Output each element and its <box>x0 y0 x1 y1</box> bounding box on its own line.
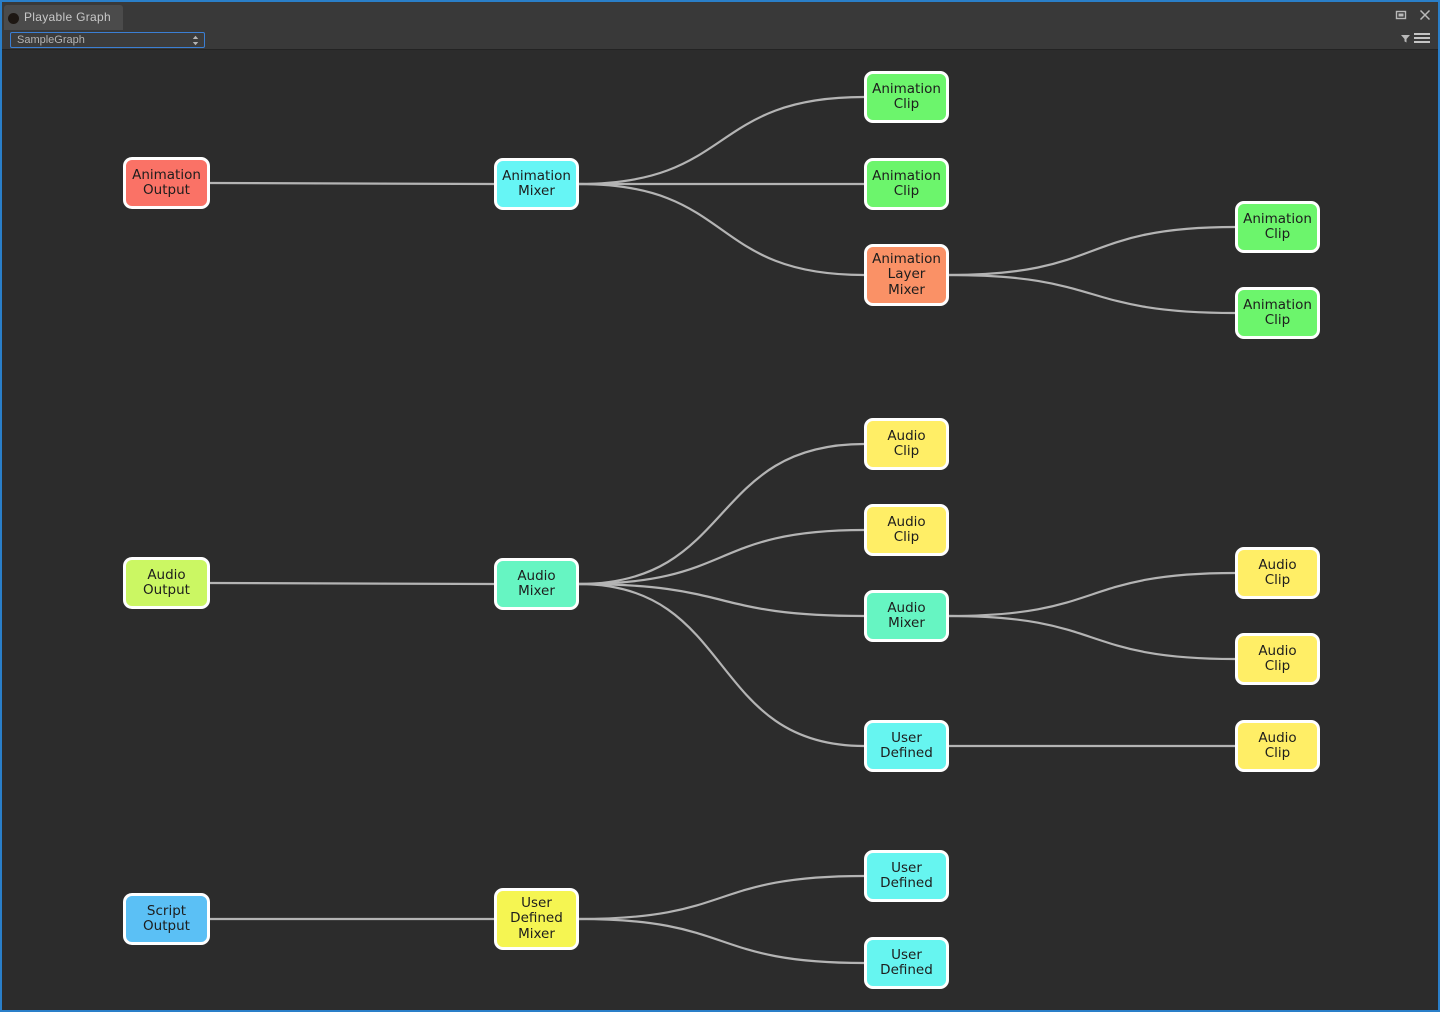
graph-node-label: Animation Layer Mixer <box>872 250 941 298</box>
graph-node-label: Audio Clip <box>1258 642 1297 674</box>
graph-node-audio-clip-2[interactable]: Audio Clip <box>864 504 949 556</box>
graph-edge <box>577 95 866 186</box>
graph-node-user-defined-mixer[interactable]: User Defined Mixer <box>494 888 579 950</box>
graph-node-anim-clip-2[interactable]: Animation Clip <box>864 158 949 210</box>
graph-toolbar: SampleGraph <box>2 30 1438 50</box>
graph-node-label: Audio Clip <box>1258 556 1297 588</box>
graph-node-audio-clip-5[interactable]: Audio Clip <box>1235 720 1320 772</box>
filter-icon[interactable] <box>1400 31 1411 49</box>
tab-label: Playable Graph <box>24 10 111 24</box>
graph-node-label: User Defined <box>880 946 933 978</box>
graph-node-label: Animation Clip <box>872 167 941 199</box>
graph-edge <box>947 273 1237 315</box>
graph-edge <box>577 582 866 748</box>
graph-node-anim-layer-mixer[interactable]: Animation Layer Mixer <box>864 244 949 306</box>
graph-edge <box>208 581 496 586</box>
graph-node-label: Animation Mixer <box>502 167 571 199</box>
graph-edge <box>577 182 866 277</box>
window-controls <box>1394 8 1432 22</box>
graph-node-script-output[interactable]: Script Output <box>123 893 210 945</box>
graph-node-audio-mixer-2[interactable]: Audio Mixer <box>864 590 949 642</box>
maximize-icon[interactable] <box>1394 8 1408 22</box>
tab-playable-graph[interactable]: Playable Graph <box>4 5 123 30</box>
graph-edge <box>577 582 866 618</box>
graph-node-label: Audio Clip <box>887 427 926 459</box>
graph-edge <box>577 917 866 965</box>
graph-edge <box>947 614 1237 661</box>
graph-node-audio-mixer-1[interactable]: Audio Mixer <box>494 558 579 610</box>
graph-node-audio-clip-4[interactable]: Audio Clip <box>1235 633 1320 685</box>
graph-canvas[interactable]: Animation Output Animation Mixer Animation… <box>2 51 1438 1010</box>
graph-node-label: Animation Clip <box>872 80 941 112</box>
tab-icon <box>8 13 19 24</box>
graph-node-label: Audio Clip <box>1258 729 1297 761</box>
graph-node-audio-clip-1[interactable]: Audio Clip <box>864 418 949 470</box>
graph-node-label: Animation Clip <box>1243 296 1312 328</box>
graph-selector-dropdown[interactable]: SampleGraph <box>10 32 205 48</box>
chevron-updown-icon <box>192 35 199 46</box>
graph-node-label: Animation Clip <box>1243 210 1312 242</box>
graph-node-user-defined-2[interactable]: User Defined <box>864 850 949 902</box>
graph-node-audio-clip-3[interactable]: Audio Clip <box>1235 547 1320 599</box>
graph-node-label: Audio Mixer <box>517 567 556 599</box>
graph-node-anim-mixer[interactable]: Animation Mixer <box>494 158 579 210</box>
graph-node-label: Animation Output <box>132 166 201 198</box>
graph-node-label: User Defined <box>880 729 933 761</box>
graph-node-label: User Defined Mixer <box>510 894 563 942</box>
window-titlebar: Playable Graph <box>2 2 1438 30</box>
graph-node-label: Audio Mixer <box>887 599 926 631</box>
graph-node-anim-clip-3[interactable]: Animation Clip <box>1235 201 1320 253</box>
graph-node-audio-output[interactable]: Audio Output <box>123 557 210 609</box>
close-icon[interactable] <box>1418 8 1432 22</box>
graph-edge <box>577 528 866 586</box>
hamburger-menu-icon[interactable] <box>1414 31 1430 49</box>
graph-node-anim-output[interactable]: Animation Output <box>123 157 210 209</box>
graph-node-anim-clip-1[interactable]: Animation Clip <box>864 71 949 123</box>
graph-edge <box>577 874 866 921</box>
graph-selector-value: SampleGraph <box>17 34 85 46</box>
graph-node-label: User Defined <box>880 859 933 891</box>
graph-node-anim-clip-4[interactable]: Animation Clip <box>1235 287 1320 339</box>
graph-edge <box>947 571 1237 618</box>
graph-node-label: Audio Output <box>143 566 190 598</box>
graph-edge <box>577 442 866 586</box>
graph-node-label: Audio Clip <box>887 513 926 545</box>
toolbar-menu-group <box>1400 31 1430 49</box>
graph-node-label: Script Output <box>143 902 190 934</box>
graph-node-user-defined-3[interactable]: User Defined <box>864 937 949 989</box>
graph-edge <box>208 181 496 186</box>
graph-node-user-defined-1[interactable]: User Defined <box>864 720 949 772</box>
graph-edges <box>208 95 1237 965</box>
playable-graph-window: Playable Graph SampleGraph Animation Out… <box>0 0 1440 1012</box>
graph-edge <box>947 225 1237 277</box>
